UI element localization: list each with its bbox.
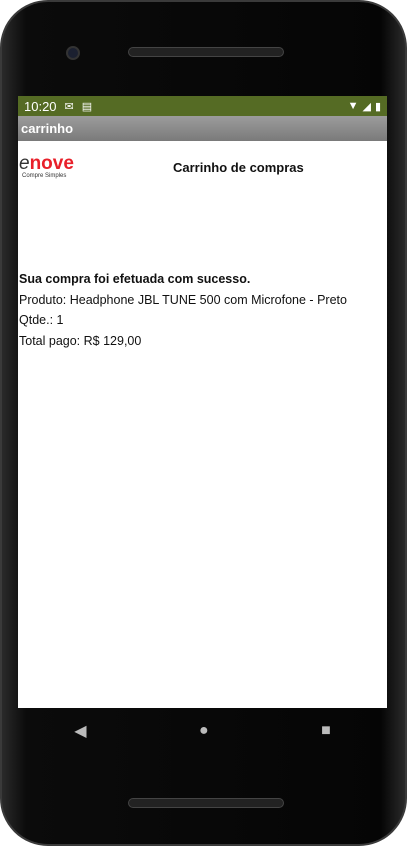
status-bar: 10:20 ✉ ▤ ▼ ◢ ▮ [18, 96, 387, 116]
nav-bar: ◀ ● ■ [18, 708, 387, 754]
app-title: carrinho [21, 121, 74, 136]
speaker-bottom [128, 798, 284, 808]
total-line: Total pago: R$ 129,00 [19, 333, 142, 348]
home-button[interactable]: ● [199, 722, 209, 740]
clock: 10:20 [24, 98, 57, 114]
product-line: Produto: Headphone JBL TUNE 500 com Micr… [19, 292, 347, 307]
order-summary: Sua compra foi efetuada com sucesso. Pro… [18, 269, 387, 351]
success-message: Sua compra foi efetuada com sucesso. [19, 272, 251, 286]
app-bar: carrinho [18, 116, 387, 141]
calendar-icon: ▤ [81, 100, 93, 113]
quantity-line: Qtde.: 1 [19, 313, 64, 327]
battery-icon: ▮ [374, 100, 381, 113]
gmail-icon: ✉ [64, 100, 74, 113]
header: enove Compre Simples Carrinho de compras [18, 141, 387, 191]
signal-icon: ◢ [362, 100, 371, 113]
enove-logo: enove Compre Simples [19, 153, 74, 179]
screen: 10:20 ✉ ▤ ▼ ◢ ▮ carrinho enove Compre Simp… [18, 96, 387, 708]
back-button[interactable]: ◀ [74, 721, 86, 741]
page-title: Carrinho de compras [173, 160, 304, 175]
wifi-icon: ▼ [347, 99, 359, 112]
camera [66, 46, 80, 60]
recents-button[interactable]: ■ [321, 722, 331, 740]
speaker-top [128, 47, 284, 57]
